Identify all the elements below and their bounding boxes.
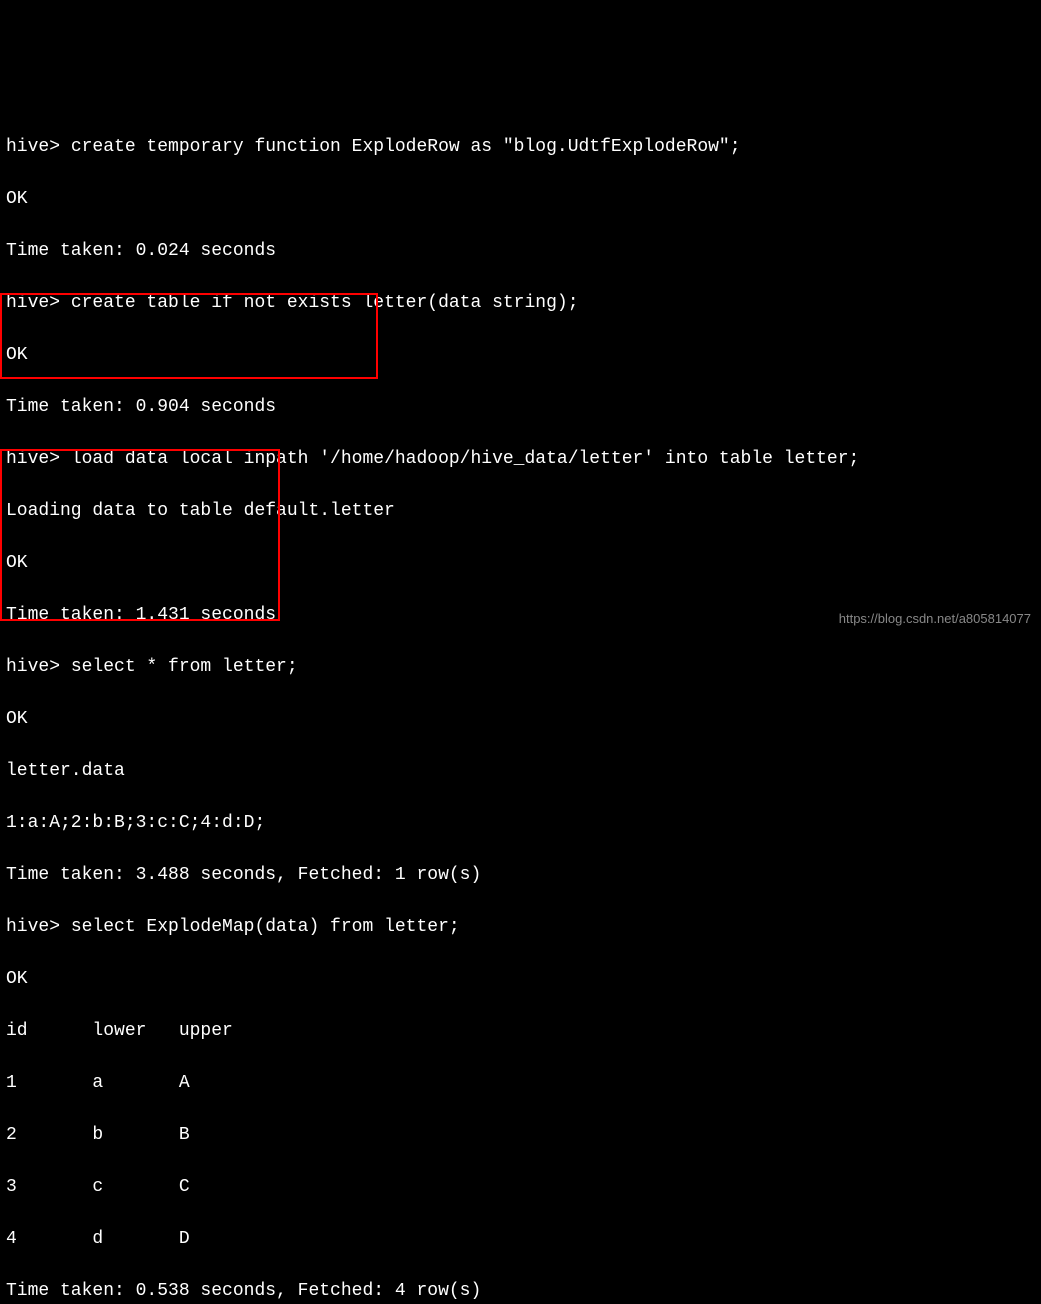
hive-prompt: hive> [6, 449, 71, 469]
command-text: select * from letter; [71, 657, 298, 677]
output-ok: OK [6, 706, 1035, 732]
command-text: select ExplodeMap(data) from letter; [71, 917, 460, 937]
command-text: create temporary function ExplodeRow as … [71, 137, 741, 157]
command-text: create table if not exists letter(data s… [71, 293, 579, 313]
output-time: Time taken: 0.024 seconds [6, 238, 1035, 264]
command-text: load data local inpath '/home/hadoop/hiv… [71, 449, 860, 469]
terminal-line: hive> select ExplodeMap(data) from lette… [6, 914, 1035, 940]
output-ok: OK [6, 186, 1035, 212]
hive-prompt: hive> [6, 657, 71, 677]
terminal-line: hive> load data local inpath '/home/hado… [6, 446, 1035, 472]
output-ok: OK [6, 966, 1035, 992]
output-table-row: 4 d D [6, 1226, 1035, 1252]
terminal-line: hive> create temporary function ExplodeR… [6, 134, 1035, 160]
output-column-header: letter.data [6, 758, 1035, 784]
hive-prompt: hive> [6, 293, 71, 313]
output-table-header: id lower upper [6, 1018, 1035, 1044]
output-time: Time taken: 0.538 seconds, Fetched: 4 ro… [6, 1278, 1035, 1304]
hive-prompt: hive> [6, 137, 71, 157]
output-ok: OK [6, 342, 1035, 368]
output-table-row: 3 c C [6, 1174, 1035, 1200]
output-time: Time taken: 0.904 seconds [6, 394, 1035, 420]
output-loading: Loading data to table default.letter [6, 498, 1035, 524]
hive-prompt: hive> [6, 917, 71, 937]
output-table-row: 2 b B [6, 1122, 1035, 1148]
terminal-line: hive> select * from letter; [6, 654, 1035, 680]
watermark-text: https://blog.csdn.net/a805814077 [839, 606, 1031, 632]
terminal-output[interactable]: hive> create temporary function ExplodeR… [6, 108, 1035, 1304]
output-data-row: 1:a:A;2:b:B;3:c:C;4:d:D; [6, 810, 1035, 836]
output-time: Time taken: 3.488 seconds, Fetched: 1 ro… [6, 862, 1035, 888]
output-table-row: 1 a A [6, 1070, 1035, 1096]
output-ok: OK [6, 550, 1035, 576]
terminal-line: hive> create table if not exists letter(… [6, 290, 1035, 316]
